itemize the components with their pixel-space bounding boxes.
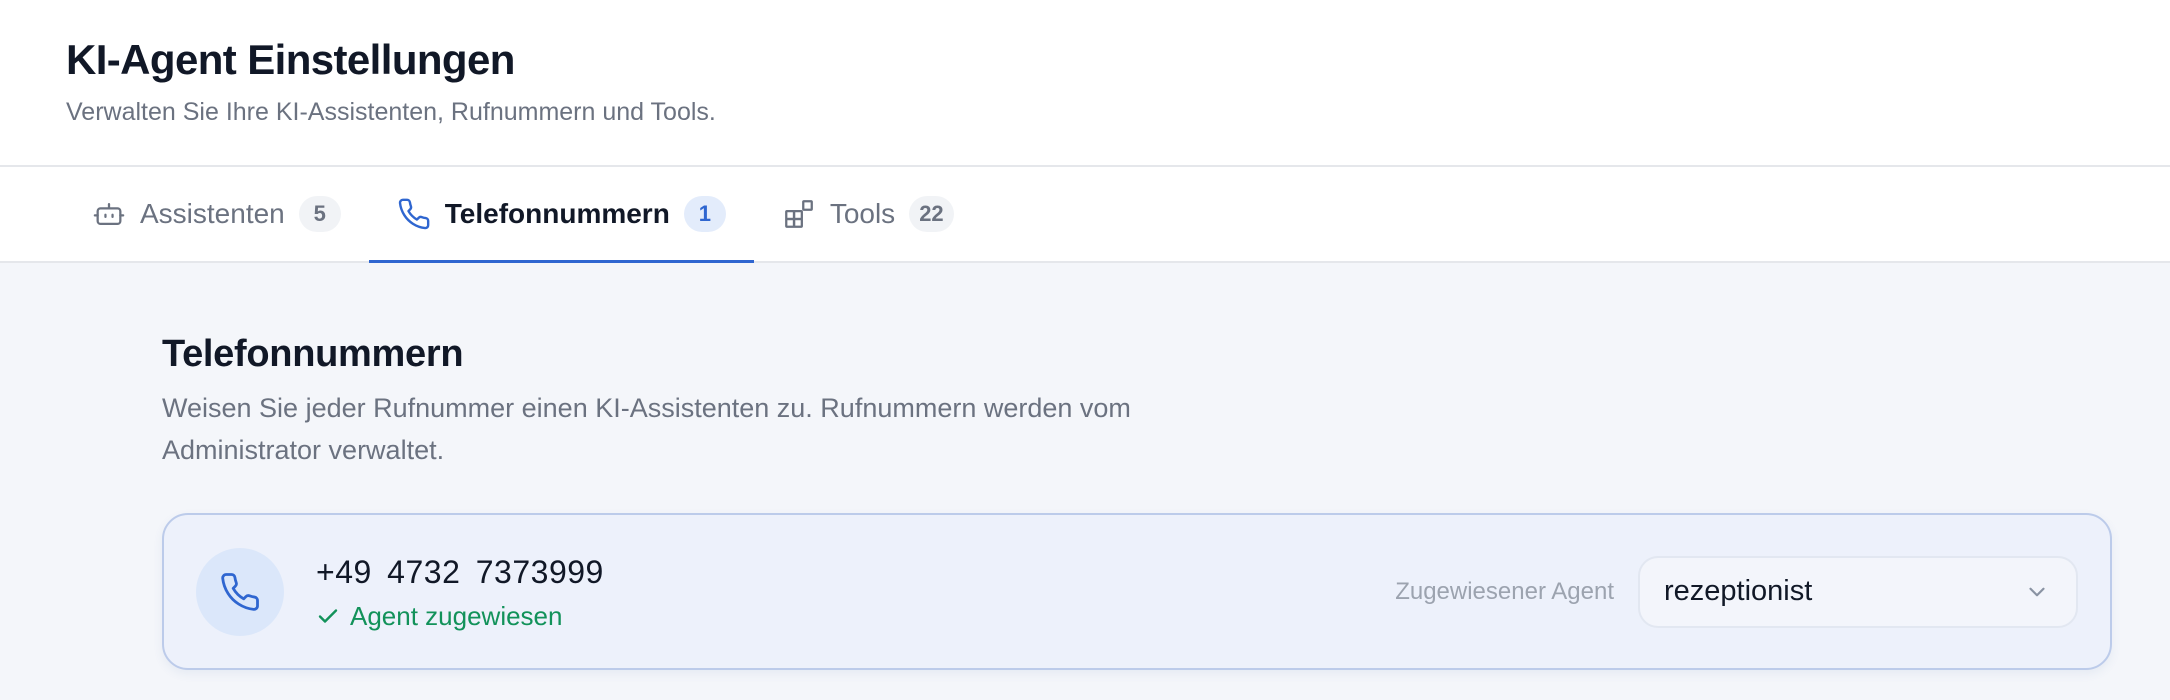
tab-label: Assistenten [140, 198, 285, 229]
agent-select[interactable]: rezeptionist [1638, 555, 2078, 628]
tab-assistenten[interactable]: Assistenten 5 [66, 167, 369, 261]
phone-number-card: +49 4732 7373999 Agent zugewiesen Zugewi… [162, 513, 2112, 670]
check-icon [318, 608, 338, 623]
tab-label: Tools [829, 198, 896, 229]
tab-count-badge: 5 [298, 196, 341, 232]
page-header: KI-Agent Einstellungen Verwalten Sie Ihr… [0, 0, 2170, 165]
agent-assignment: Zugewiesener Agent rezeptionist [1395, 555, 2078, 628]
assignment-status: Agent zugewiesen [316, 600, 604, 632]
section-description: Weisen Sie jeder Rufnummer einen KI-Assi… [162, 393, 1131, 465]
tab-label: Telefonnummern [444, 198, 670, 229]
tab-bar: Assistenten 5 Telefonnummern 1 Tools 22 [0, 165, 2170, 263]
robot-icon [92, 197, 126, 231]
agent-select-value: rezeptionist [1664, 575, 1813, 607]
grid-icon [782, 197, 816, 231]
page-title: KI-Agent Einstellungen [66, 36, 515, 83]
tab-count-badge: 22 [909, 196, 954, 232]
status-text: Agent zugewiesen [350, 600, 563, 631]
phone-info: +49 4732 7373999 Agent zugewiesen [316, 552, 604, 632]
main-content: Telefonnummern Weisen Sie jeder Rufnumme… [0, 263, 2170, 670]
page-subtitle: Verwalten Sie Ihre KI-Assistenten, Rufnu… [66, 98, 716, 126]
assign-label: Zugewiesener Agent [1395, 577, 1614, 605]
phone-icon [196, 547, 284, 636]
tab-tools[interactable]: Tools 22 [754, 167, 982, 261]
section-title: Telefonnummern [162, 333, 464, 375]
tab-count-badge: 1 [683, 196, 726, 232]
phone-number: +49 4732 7373999 [316, 553, 604, 590]
tab-telefonnummern[interactable]: Telefonnummern 1 [368, 167, 754, 263]
phone-icon [397, 197, 431, 231]
chevron-down-icon [2029, 587, 2045, 596]
